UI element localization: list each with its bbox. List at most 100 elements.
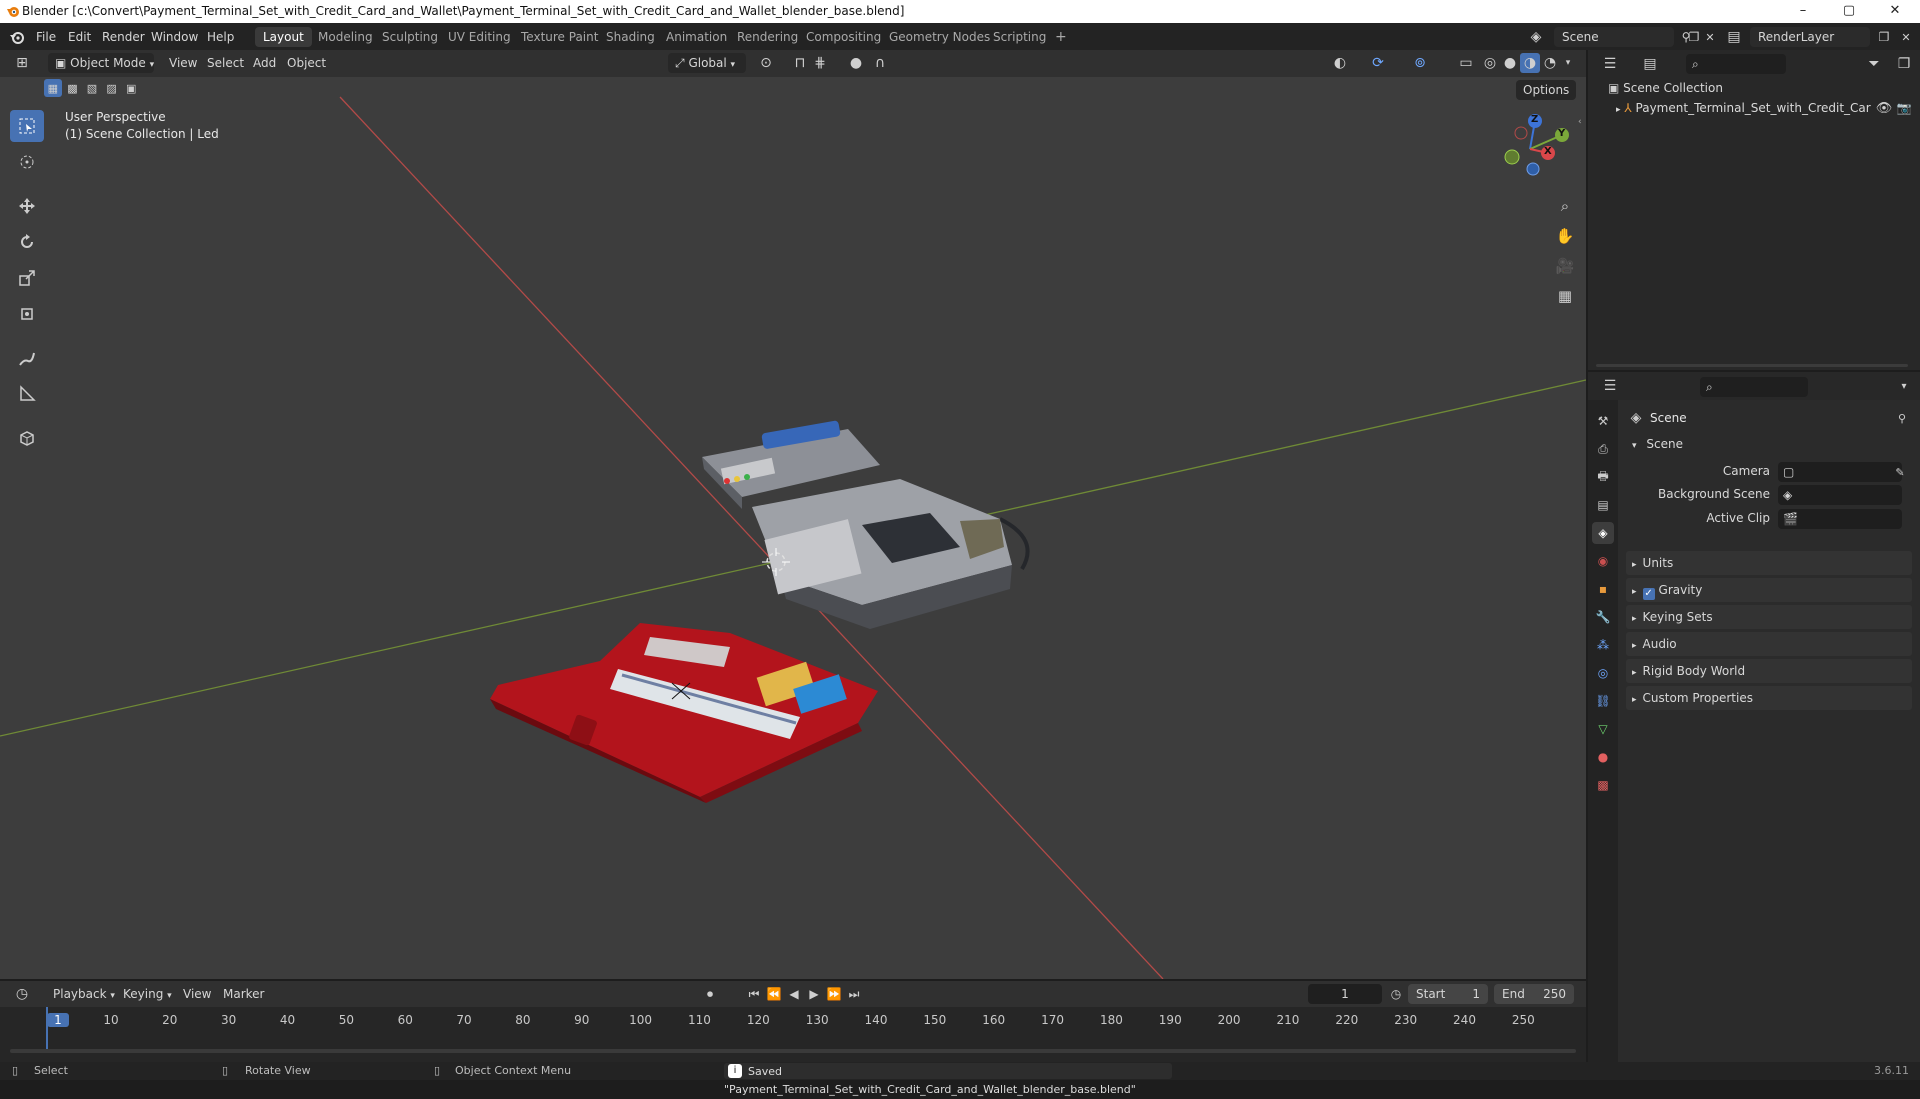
snap-icon[interactable]: ⊓ xyxy=(790,53,810,73)
jump-to-keyframe-next-icon[interactable]: ⏩ xyxy=(824,984,844,1004)
minimize-button[interactable]: – xyxy=(1780,0,1826,23)
properties-options-chevron-icon[interactable]: ▾ xyxy=(1894,376,1914,396)
editor-type-icon[interactable]: ⊞ xyxy=(12,53,32,73)
visibility-eye-icon[interactable]: 👁 xyxy=(1874,98,1894,118)
select-invert-icon[interactable]: ▨ xyxy=(103,79,121,97)
menu-help[interactable]: Help xyxy=(201,28,240,46)
camera-field[interactable]: ▢ xyxy=(1778,462,1902,482)
solid-shading-icon[interactable]: ● xyxy=(1500,53,1520,73)
data-tab-icon[interactable]: ▽ xyxy=(1592,718,1614,740)
options-dropdown[interactable]: Options xyxy=(1516,80,1577,100)
workspace-tab-modeling[interactable]: Modeling xyxy=(310,27,381,47)
workspace-tab-rendering[interactable]: Rendering xyxy=(729,27,806,47)
proportional-editing-icon[interactable]: ● xyxy=(846,53,866,73)
object-mode-dropdown[interactable]: ▣ Object Mode ▾ xyxy=(48,53,154,73)
wireframe-shading-icon[interactable]: ◎ xyxy=(1480,53,1500,73)
workspace-tab-sculpting[interactable]: Sculpting xyxy=(374,27,446,47)
filter-icon[interactable]: ⏷ xyxy=(1864,54,1884,74)
workspace-tab-geometry-nodes[interactable]: Geometry Nodes xyxy=(881,27,998,47)
timeline-menu-marker[interactable]: Marker xyxy=(216,984,271,1004)
delete-scene-icon[interactable]: ✕ xyxy=(1700,27,1720,47)
rendered-shading-icon[interactable]: ◔ xyxy=(1540,53,1560,73)
timeline-menu-view[interactable]: View xyxy=(176,984,218,1004)
display-mode-icon[interactable]: ▤ xyxy=(1640,54,1660,74)
view-layer-browse-icon[interactable]: ▤ xyxy=(1724,27,1744,47)
jump-to-start-icon[interactable]: ⏮ xyxy=(744,984,764,1004)
select-extend-icon[interactable]: ▩ xyxy=(64,79,82,97)
workspace-tab-scripting[interactable]: Scripting xyxy=(985,27,1054,47)
world-tab-icon[interactable]: ◉ xyxy=(1592,550,1614,572)
menu-edit[interactable]: Edit xyxy=(62,28,97,46)
expand-chevron-icon[interactable]: ▸ xyxy=(1616,105,1621,115)
play-icon[interactable]: ▶ xyxy=(804,984,824,1004)
material-preview-shading-icon[interactable]: ◑ xyxy=(1520,53,1540,73)
move-tool-icon[interactable] xyxy=(10,190,44,222)
outliner-row-object[interactable]: ▸ ⅄ Payment_Terminal_Set_with_Credit_Car xyxy=(1616,96,1918,120)
select-new-icon[interactable]: ▦ xyxy=(44,79,62,97)
delete-view-layer-icon[interactable]: ✕ xyxy=(1896,27,1916,47)
zoom-view-icon[interactable]: ⌕ xyxy=(1553,194,1577,218)
properties-search-input[interactable]: ⌕ xyxy=(1700,377,1808,397)
annotate-tool-icon[interactable] xyxy=(10,342,44,374)
scene-browse-icon[interactable]: ◈ xyxy=(1526,27,1546,47)
material-tab-icon[interactable]: ● xyxy=(1592,746,1614,768)
camera-view-icon[interactable]: 🎥 xyxy=(1553,254,1577,278)
workspace-tab-uv-editing[interactable]: UV Editing xyxy=(440,27,519,47)
snap-target-icon[interactable]: ⋕ xyxy=(810,53,830,73)
panel-units[interactable]: ▸ Units xyxy=(1626,551,1912,575)
overlays-toggle-icon[interactable]: ⊚ xyxy=(1410,53,1430,73)
record-keyframes-icon[interactable]: ⏺ xyxy=(700,984,720,1004)
scene-name-field[interactable]: Scene xyxy=(1554,27,1674,47)
navigation-gizmo[interactable] xyxy=(1490,109,1570,189)
transform-orientation-dropdown[interactable]: ⤢ Global ▾ xyxy=(668,53,746,73)
visibility-selectability-icon[interactable]: ◐ xyxy=(1330,53,1350,73)
gizmo-toggle-icon[interactable]: ⟳ xyxy=(1368,53,1388,73)
panel-gravity[interactable]: ▸ ✓ Gravity xyxy=(1626,578,1912,602)
object-tab-icon[interactable]: ▪ xyxy=(1592,578,1614,600)
jump-to-end-icon[interactable]: ⏭ xyxy=(844,984,864,1004)
eyedropper-icon[interactable]: ✎ xyxy=(1890,462,1910,482)
physics-tab-icon[interactable]: ◎ xyxy=(1592,662,1614,684)
workspace-tab-compositing[interactable]: Compositing xyxy=(798,27,889,47)
texture-tab-icon[interactable]: ▩ xyxy=(1592,774,1614,796)
particles-tab-icon[interactable]: ⁂ xyxy=(1592,634,1614,656)
add-cube-tool-icon[interactable] xyxy=(10,422,44,454)
timeline-menu-keying[interactable]: Keying ▾ xyxy=(116,984,179,1004)
menu-window[interactable]: Window xyxy=(145,28,204,46)
pan-view-hand-icon[interactable]: ✋ xyxy=(1553,224,1577,248)
output-tab-icon[interactable]: 🖶 xyxy=(1592,466,1614,488)
workspace-tab-layout[interactable]: Layout xyxy=(255,27,312,47)
falloff-icon[interactable]: ∩ xyxy=(870,53,890,73)
select-box-tool-icon[interactable] xyxy=(10,110,44,142)
pin-context-icon[interactable]: ⚲ xyxy=(1892,408,1912,428)
xray-toggle-icon[interactable]: ▭ xyxy=(1456,53,1476,73)
timeline-editor-type-icon[interactable]: ◷ xyxy=(12,984,32,1004)
panel-keying-sets[interactable]: ▸ Keying Sets xyxy=(1626,605,1912,629)
play-reverse-icon[interactable]: ◀ xyxy=(784,984,804,1004)
outliner-search-input[interactable]: ⌕ xyxy=(1686,54,1786,74)
outliner-editor-type-icon[interactable]: ☰ xyxy=(1600,54,1620,74)
transform-tool-icon[interactable] xyxy=(10,298,44,330)
panel-audio[interactable]: ▸ Audio xyxy=(1626,632,1912,656)
render-camera-icon[interactable]: 📷 xyxy=(1894,98,1914,118)
properties-editor-type-icon[interactable]: ☰ xyxy=(1600,376,1620,396)
scene-section-header[interactable]: ▾ Scene xyxy=(1626,432,1912,456)
current-frame-field[interactable]: 1 xyxy=(1308,984,1382,1004)
sidebar-toggle-chevron-icon[interactable]: ‹ xyxy=(1578,117,1582,127)
constraints-tab-icon[interactable]: ⛓ xyxy=(1592,690,1614,712)
timeline-menu-playback[interactable]: Playback ▾ xyxy=(46,984,122,1004)
gravity-checkbox[interactable]: ✓ xyxy=(1642,588,1655,600)
rotate-tool-icon[interactable] xyxy=(10,226,44,258)
start-frame-field[interactable]: Start 1 xyxy=(1408,984,1488,1004)
active-clip-field[interactable]: 🎬 xyxy=(1778,509,1902,529)
workspace-tab-animation[interactable]: Animation xyxy=(658,27,735,47)
maximize-button[interactable]: ▢ xyxy=(1826,0,1872,23)
timeline-scrollbar[interactable] xyxy=(10,1049,1576,1053)
3d-viewport[interactable]: User Perspective (1) Scene Collection | … xyxy=(0,77,1586,979)
outliner-scrollbar[interactable] xyxy=(1596,364,1908,367)
perspective-toggle-grid-icon[interactable]: ▦ xyxy=(1553,284,1577,308)
select-intersect-icon[interactable]: ▣ xyxy=(122,79,140,97)
measure-tool-icon[interactable] xyxy=(10,378,44,410)
shading-options-chevron-icon[interactable]: ▾ xyxy=(1558,53,1578,73)
close-button[interactable]: ✕ xyxy=(1872,0,1918,23)
